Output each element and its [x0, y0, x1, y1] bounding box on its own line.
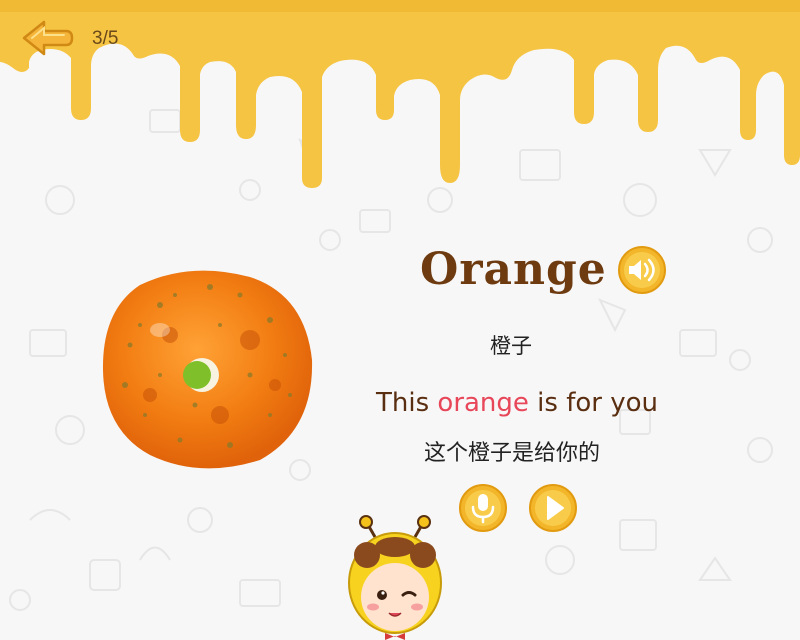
word-row: Orange	[420, 244, 667, 295]
orange-illustration	[102, 270, 313, 469]
record-button[interactable]	[458, 483, 508, 533]
back-button[interactable]	[20, 18, 74, 58]
word-title: Orange	[420, 244, 607, 295]
honey-drip-header	[0, 0, 800, 188]
bee-mascot	[348, 515, 442, 640]
play-button[interactable]	[528, 483, 578, 533]
back-arrow-icon	[22, 20, 74, 56]
sentence-part: is for you	[528, 388, 659, 418]
example-sentence: This orange is for you	[376, 388, 658, 418]
sentence-highlight: orange	[437, 388, 529, 418]
word-translation: 橙子	[490, 334, 532, 358]
sentence-part: This	[376, 388, 438, 418]
sentence-translation: 这个橙子是给你的	[424, 441, 601, 466]
progress-counter: 3/5	[92, 28, 119, 49]
speaker-button[interactable]	[617, 245, 667, 295]
